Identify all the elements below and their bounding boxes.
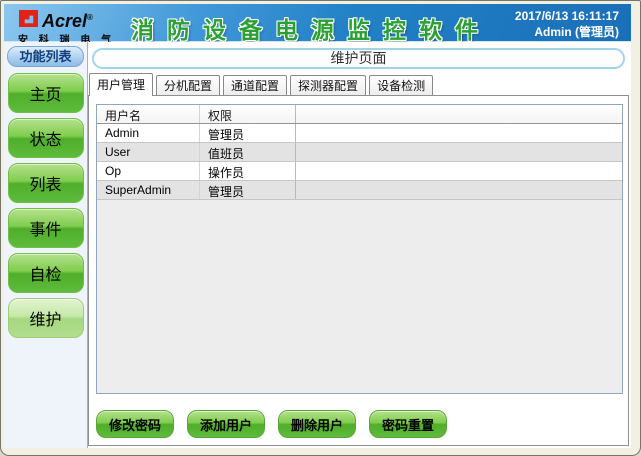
delete-user-button[interactable]: 删除用户 (278, 410, 356, 438)
datetime-label: 2017/6/13 16:11:17 (515, 8, 619, 24)
user-table: 用户名 权限 Admin 管理员 User 值班员 Op 操作员 (96, 104, 623, 394)
page-title: 维护页面 (92, 48, 625, 69)
role-cell: 值班员 (200, 143, 296, 161)
sidebar-item-maintenance[interactable]: 维护 (8, 298, 84, 338)
column-header-empty (296, 105, 622, 123)
change-password-button[interactable]: 修改密码 (96, 410, 174, 438)
reset-password-button[interactable]: 密码重置 (369, 410, 447, 438)
username-cell: Op (97, 162, 200, 180)
tab-panel-user-management: 用户名 权限 Admin 管理员 User 值班员 Op 操作员 (88, 95, 629, 446)
table-row[interactable]: Op 操作员 (97, 162, 622, 181)
table-row[interactable]: User 值班员 (97, 143, 622, 162)
action-button-bar: 修改密码 添加用户 删除用户 密码重置 (96, 410, 447, 438)
sidebar: 功能列表 主页 状态 列表 事件 自检 维护 V1.0.0 (4, 42, 88, 448)
app-title: 消防设备电源监控软件 (131, 11, 491, 45)
app-window: Acrel® 安 科 瑞 电 气 消防设备电源监控软件 2017/6/13 16… (0, 0, 641, 456)
tab-extension-config[interactable]: 分机配置 (156, 75, 220, 96)
username-cell: SuperAdmin (97, 181, 200, 199)
table-header-row: 用户名 权限 (97, 105, 622, 124)
registered-mark: ® (87, 13, 93, 22)
role-cell: 管理员 (200, 181, 296, 199)
tab-channel-config[interactable]: 通道配置 (223, 75, 287, 96)
table-row[interactable]: Admin 管理员 (97, 124, 622, 143)
table-row[interactable]: SuperAdmin 管理员 (97, 181, 622, 200)
tab-device-detection[interactable]: 设备检测 (369, 75, 433, 96)
sidebar-item-home[interactable]: 主页 (8, 73, 84, 113)
header-bar: Acrel® 安 科 瑞 电 气 消防设备电源监控软件 2017/6/13 16… (4, 4, 631, 42)
role-cell: 操作员 (200, 162, 296, 180)
column-header-username: 用户名 (97, 105, 200, 123)
acrel-logo-icon (18, 9, 39, 28)
tab-user-management[interactable]: 用户管理 (89, 73, 153, 96)
function-list-header: 功能列表 (7, 46, 84, 67)
role-cell: 管理员 (200, 124, 296, 142)
tab-strip: 用户管理 分机配置 通道配置 探测器配置 设备检测 (89, 73, 433, 96)
header-status: 2017/6/13 16:11:17 Admin (管理员) (515, 8, 619, 40)
column-header-role: 权限 (200, 105, 296, 123)
username-cell: Admin (97, 124, 200, 142)
brand-name: Acrel® (42, 8, 93, 31)
sidebar-item-status[interactable]: 状态 (8, 118, 84, 158)
tab-detector-config[interactable]: 探测器配置 (290, 75, 366, 96)
acrel-logo: Acrel® 安 科 瑞 电 气 (18, 8, 115, 46)
current-user-label: Admin (管理员) (515, 24, 619, 40)
sidebar-item-selftest[interactable]: 自检 (8, 253, 84, 293)
add-user-button[interactable]: 添加用户 (187, 410, 265, 438)
username-cell: User (97, 143, 200, 161)
main-area: 维护页面 用户管理 分机配置 通道配置 探测器配置 设备检测 用户名 权限 Ad… (88, 42, 631, 448)
sidebar-item-events[interactable]: 事件 (8, 208, 84, 248)
sidebar-item-list[interactable]: 列表 (8, 163, 84, 203)
